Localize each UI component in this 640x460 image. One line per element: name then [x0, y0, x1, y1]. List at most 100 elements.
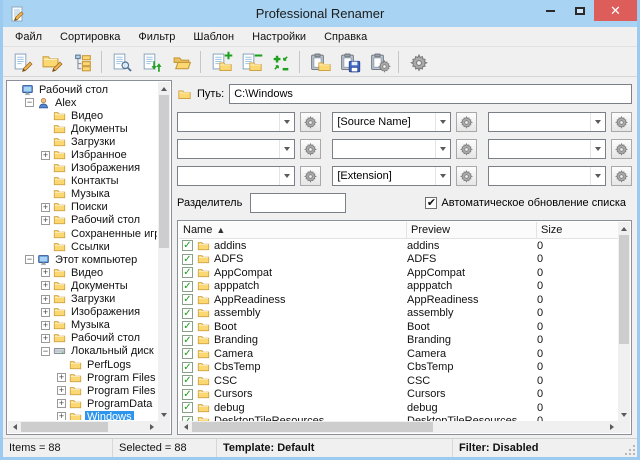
- row-checkbox[interactable]: ✓: [182, 389, 193, 400]
- rule-settings-button[interactable]: [300, 139, 321, 159]
- row-checkbox[interactable]: ✓: [182, 335, 193, 346]
- tree-item[interactable]: Музыка: [9, 188, 157, 201]
- add-items-button[interactable]: [205, 49, 235, 75]
- chevron-down-icon[interactable]: [590, 140, 605, 158]
- rename-structure-button[interactable]: [67, 49, 97, 75]
- table-row[interactable]: ✓CameraCamera0: [179, 347, 618, 361]
- menu-item-1[interactable]: Файл: [6, 29, 51, 45]
- expand-icon[interactable]: +: [57, 399, 66, 408]
- rule-combo-r3c2[interactable]: [Extension]: [332, 166, 450, 186]
- tree-item[interactable]: +Документы: [9, 279, 157, 292]
- row-checkbox[interactable]: ✓: [182, 321, 193, 332]
- tree-vscroll-thumb[interactable]: [159, 95, 169, 248]
- tree-item[interactable]: +Поиски: [9, 201, 157, 214]
- rule-combo-r3c3[interactable]: [488, 166, 606, 186]
- chevron-down-icon[interactable]: [435, 167, 450, 185]
- tree-item[interactable]: Ссылки: [9, 240, 157, 253]
- rule-combo-r2c1[interactable]: [177, 139, 295, 159]
- tree-item[interactable]: +Избранное: [9, 148, 157, 161]
- expand-icon[interactable]: +: [41, 308, 50, 317]
- tree-item[interactable]: Документы: [9, 122, 157, 135]
- collapse-icon[interactable]: −: [25, 255, 34, 264]
- table-row[interactable]: ✓addinsaddins0: [179, 239, 618, 253]
- collapse-icon[interactable]: −: [25, 98, 34, 107]
- tree-item[interactable]: Контакты: [9, 175, 157, 188]
- menu-item-4[interactable]: Шаблон: [184, 29, 243, 45]
- list-horizontal-scrollbar[interactable]: [179, 421, 618, 433]
- table-row[interactable]: ✓AppCompatAppCompat0: [179, 266, 618, 280]
- tree-item[interactable]: +ProgramData: [9, 397, 157, 410]
- tree-item[interactable]: −Alex: [9, 96, 157, 109]
- menu-item-5[interactable]: Настройки: [243, 29, 315, 45]
- tree-item[interactable]: Сохраненные игры: [9, 227, 157, 240]
- expand-icon[interactable]: +: [41, 268, 50, 277]
- rename-files-button[interactable]: [7, 49, 37, 75]
- rule-combo-r2c2[interactable]: [332, 139, 450, 159]
- open-folder-button[interactable]: [166, 49, 196, 75]
- save-list-button[interactable]: [334, 49, 364, 75]
- column-header-name[interactable]: Name ▲: [179, 222, 407, 238]
- scroll-up-icon[interactable]: [158, 82, 170, 94]
- row-checkbox[interactable]: ✓: [182, 294, 193, 305]
- row-checkbox[interactable]: ✓: [182, 348, 193, 359]
- expand-icon[interactable]: +: [41, 281, 50, 290]
- expand-icon[interactable]: +: [41, 295, 50, 304]
- table-row[interactable]: ✓BootBoot0: [179, 320, 618, 334]
- rule-settings-button[interactable]: [456, 166, 477, 186]
- table-row[interactable]: ✓ADFSADFS0: [179, 253, 618, 267]
- menu-item-3[interactable]: Фильтр: [129, 29, 184, 45]
- tree-vertical-scrollbar[interactable]: [158, 82, 170, 421]
- tree-horizontal-scrollbar[interactable]: [8, 421, 158, 433]
- rule-combo-r2c3[interactable]: [488, 139, 606, 159]
- rule-settings-button[interactable]: [611, 166, 632, 186]
- expand-icon[interactable]: +: [57, 386, 66, 395]
- rule-combo-r1c1[interactable]: [177, 112, 295, 132]
- tree-item[interactable]: PerfLogs: [9, 358, 157, 371]
- rule-settings-button[interactable]: [300, 112, 321, 132]
- column-header-preview[interactable]: Preview: [407, 222, 537, 238]
- row-checkbox[interactable]: ✓: [182, 240, 193, 251]
- expand-icon[interactable]: +: [41, 321, 50, 330]
- load-list-button[interactable]: [304, 49, 334, 75]
- menu-item-6[interactable]: Справка: [315, 29, 376, 45]
- rule-settings-button[interactable]: [456, 139, 477, 159]
- tree-item[interactable]: −Локальный диск (C:): [9, 345, 157, 358]
- chevron-down-icon[interactable]: [590, 167, 605, 185]
- menu-item-2[interactable]: Сортировка: [51, 29, 129, 45]
- auto-update-option[interactable]: ✔ Автоматическое обновление списка: [425, 197, 626, 209]
- rename-folders-button[interactable]: [37, 49, 67, 75]
- tree-item[interactable]: +Изображения: [9, 306, 157, 319]
- table-row[interactable]: ✓CursorsCursors0: [179, 388, 618, 402]
- row-checkbox[interactable]: ✓: [182, 362, 193, 373]
- list-vscroll-thumb[interactable]: [619, 235, 629, 344]
- rule-combo-r1c2[interactable]: [Source Name]: [332, 112, 450, 132]
- table-row[interactable]: ✓CbsTempCbsTemp0: [179, 361, 618, 375]
- row-checkbox[interactable]: ✓: [182, 375, 193, 386]
- tree-item[interactable]: +Windows: [9, 410, 157, 420]
- refresh-list-button[interactable]: [136, 49, 166, 75]
- scroll-down-icon[interactable]: [618, 409, 630, 421]
- list-settings-button[interactable]: [364, 49, 394, 75]
- scroll-down-icon[interactable]: [158, 409, 170, 421]
- list-vertical-scrollbar[interactable]: [618, 222, 630, 421]
- expand-icon[interactable]: +: [41, 151, 50, 160]
- tree-hscroll-thumb[interactable]: [21, 422, 108, 432]
- row-checkbox[interactable]: ✓: [182, 308, 193, 319]
- close-button[interactable]: ✕: [594, 0, 637, 21]
- table-row[interactable]: ✓AppReadinessAppReadiness0: [179, 293, 618, 307]
- table-row[interactable]: ✓debugdebug0: [179, 401, 618, 415]
- table-row[interactable]: ✓assemblyassembly0: [179, 307, 618, 321]
- resize-grip[interactable]: [622, 439, 637, 457]
- preview-button[interactable]: [106, 49, 136, 75]
- rule-settings-button[interactable]: [611, 112, 632, 132]
- selection-toggle-button[interactable]: [265, 49, 295, 75]
- table-row[interactable]: ✓apppatchapppatch0: [179, 280, 618, 294]
- scroll-left-icon[interactable]: [179, 421, 191, 433]
- tree-item[interactable]: +Program Files: [9, 371, 157, 384]
- rule-settings-button[interactable]: [611, 139, 632, 159]
- tree-item[interactable]: Рабочий стол: [9, 83, 157, 96]
- tree-item[interactable]: Загрузки: [9, 135, 157, 148]
- chevron-down-icon[interactable]: [279, 140, 294, 158]
- collapse-icon[interactable]: −: [41, 347, 50, 356]
- column-header-size[interactable]: Size: [537, 222, 618, 238]
